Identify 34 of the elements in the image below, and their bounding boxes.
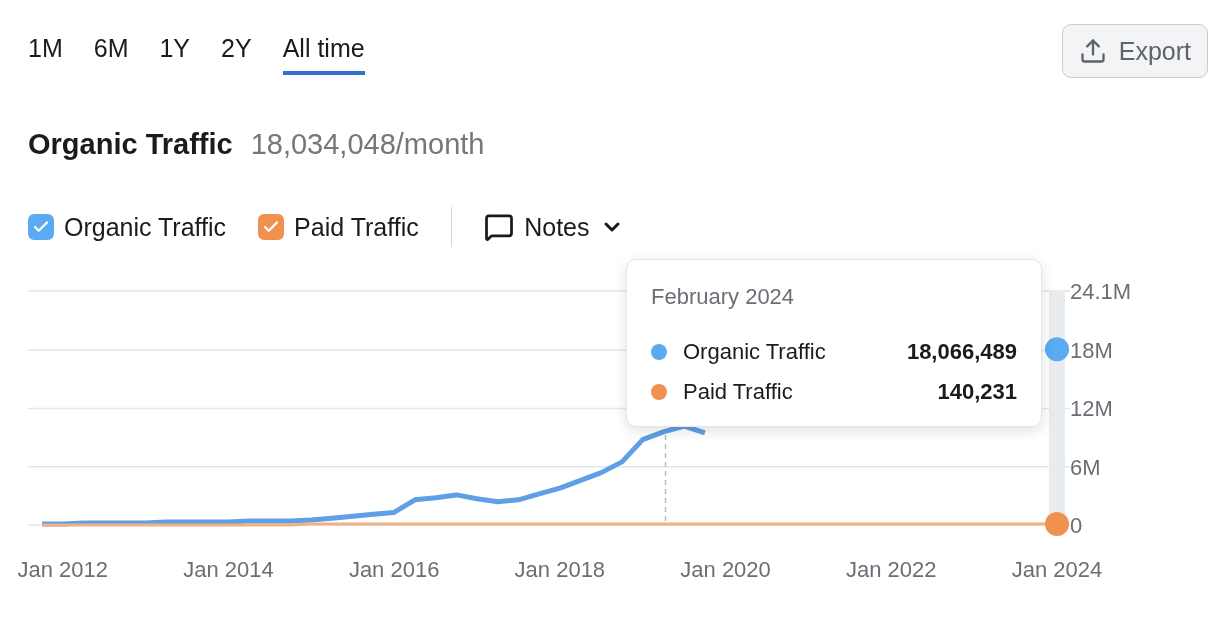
period-tab[interactable]: All time: [282, 34, 365, 75]
y-axis-label: 18M: [1070, 338, 1113, 364]
period-tab[interactable]: 1M: [28, 34, 63, 75]
metric-title: Organic Traffic: [28, 128, 233, 161]
y-axis-label: 12M: [1070, 396, 1113, 422]
notes-dropdown[interactable]: Notes: [484, 212, 624, 242]
hover-point: [1045, 337, 1069, 362]
x-axis-label: Jan 2016: [348, 557, 440, 582]
x-axis-label: Jan 2012: [17, 557, 108, 582]
x-axis-label: Jan 2022: [846, 557, 937, 582]
metric-value: 18,034,048/month: [250, 128, 485, 161]
tooltip-date: February 2024: [651, 284, 796, 310]
export-button[interactable]: Export: [1061, 24, 1208, 78]
y-axis-label: 24.1M: [1070, 279, 1132, 304]
x-axis-label: Jan 2014: [183, 557, 274, 582]
x-axis-label: Jan 2018: [514, 557, 606, 582]
y-axis-label: 6M: [1070, 454, 1101, 480]
x-axis-label: Jan 2020: [680, 557, 771, 582]
tooltip-series-label: Paid Traffic: [683, 379, 794, 405]
legend-checkbox[interactable]: [28, 214, 54, 240]
upload-icon: [1078, 37, 1107, 65]
comment-icon: [484, 212, 515, 242]
legend-checkbox[interactable]: [258, 214, 285, 240]
period-tab[interactable]: 2Y: [221, 34, 252, 75]
period-tab[interactable]: 1Y: [159, 34, 191, 75]
tooltip-series-value: 140,231: [937, 379, 1017, 405]
x-axis-label: Jan 2024: [1011, 557, 1103, 582]
legend-label: Organic Traffic: [64, 212, 227, 242]
y-axis-label: 0: [1070, 513, 1083, 538]
tooltip-series-label: Organic Traffic: [683, 339, 827, 365]
period-tab[interactable]: 6M: [93, 34, 129, 75]
legend-label: Paid Traffic: [294, 212, 419, 242]
tooltip-series-value: 18,066,489: [906, 339, 1017, 365]
hover-point: [1045, 512, 1069, 537]
